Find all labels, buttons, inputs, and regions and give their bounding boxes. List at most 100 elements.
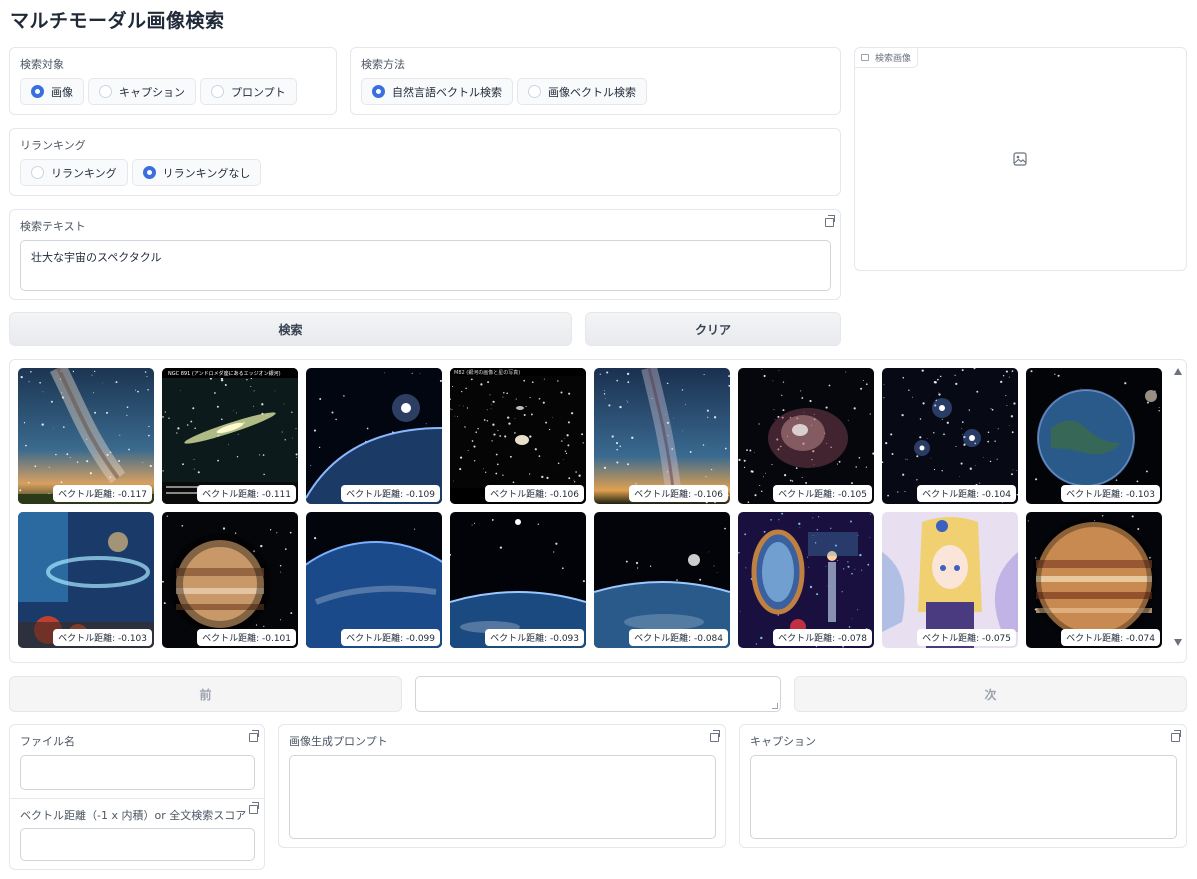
gallery-thumbnail[interactable]: ベクトル距離: -0.084 [594,512,730,648]
search-method-label: 検索方法 [361,58,405,71]
page-indicator-field[interactable] [415,676,781,712]
radio-dot [372,85,385,98]
caption-panel: キャプション [739,724,1187,848]
thumbnail-image [306,368,442,504]
thumbnail-image [450,512,586,648]
gallery-thumbnail[interactable]: ベクトル距離: -0.109 [306,368,442,504]
image-upload-panel[interactable]: 検索画像 [854,47,1187,271]
gallery-thumbnail[interactable]: ベクトル距離: -0.106 [594,368,730,504]
divider [10,798,264,799]
radio-dot [211,85,224,98]
filename-label: ファイル名 [20,735,75,748]
search-target-label: 検索対象 [20,58,64,71]
thumbnail-score-label: ベクトル距離: -0.111 [197,485,296,502]
prompt-panel: 画像生成プロンプト [278,724,726,848]
radio-target-caption[interactable]: キャプション [88,78,196,105]
thumbnail-image: M82 (銀河の画像と星の写真) [450,368,586,504]
radio-method-text-vector[interactable]: 自然言語ベクトル検索 [361,78,513,105]
copy-icon[interactable] [249,802,259,814]
radio-label: 画像 [51,85,73,99]
thumbnail-score-label: ベクトル距離: -0.117 [53,485,152,502]
gallery-thumbnail[interactable]: ベクトル距離: -0.105 [738,368,874,504]
thumbnail-image [882,368,1018,504]
radio-target-prompt[interactable]: プロンプト [200,78,297,105]
thumbnail-image [1026,512,1162,648]
thumbnail-score-label: ベクトル距離: -0.106 [485,485,584,502]
radio-dot [31,85,44,98]
gallery-thumbnail[interactable]: ベクトル距離: -0.074 [1026,512,1162,648]
gallery-thumbnail[interactable]: ベクトル距離: -0.099 [306,512,442,648]
thumbnail-score-label: ベクトル距離: -0.106 [629,485,728,502]
gallery-thumbnail[interactable]: ベクトル距離: -0.101 [162,512,298,648]
gallery-thumbnail[interactable]: ベクトル距離: -0.104 [882,368,1018,504]
thumbnail-image [1026,368,1162,504]
thumbnail-score-label: ベクトル距離: -0.104 [917,485,1016,502]
query-label: 検索テキスト [20,220,86,233]
prompt-field[interactable] [289,755,716,839]
gallery-thumbnail[interactable]: ベクトル距離: -0.103 [1026,368,1162,504]
filename-field[interactable] [20,755,255,790]
radio-rerank-on[interactable]: リランキング [20,159,128,186]
thumbnail-score-label: ベクトル距離: -0.103 [53,629,152,646]
gallery-thumbnail[interactable]: ベクトル距離: -0.117 [18,368,154,504]
gallery-thumbnail[interactable]: ベクトル距離: -0.078 [738,512,874,648]
distance-label: ベクトル距離（-1 x 内積）or 全文検索スコア [20,809,247,822]
prev-button[interactable]: 前 [9,676,402,712]
thumbnail-image [306,512,442,648]
scroll-up-icon[interactable] [1174,368,1182,375]
thumbnail-score-label: ベクトル距離: -0.084 [629,629,728,646]
gallery-thumbnail[interactable]: ベクトル距離: -0.093 [450,512,586,648]
gallery-thumbnail[interactable]: ベクトル距離: -0.075 [882,512,1018,648]
page-title: マルチモーダル画像検索 [10,10,225,32]
gallery-thumbnail[interactable]: ベクトル距離: -0.103 [18,512,154,648]
distance-field[interactable] [20,828,255,861]
search-method-panel: 検索方法 自然言語ベクトル検索 画像ベクトル検索 [350,47,841,115]
thumbnail-score-label: ベクトル距離: -0.099 [341,629,440,646]
clear-button[interactable]: クリア [585,312,841,346]
thumbnail-image [738,512,874,648]
image-icon [861,54,869,61]
thumbnail-score-label: ベクトル距離: -0.105 [773,485,872,502]
thumbnail-score-label: ベクトル距離: -0.078 [773,629,872,646]
radio-label: リランキング [51,166,117,180]
thumbnail-image [738,368,874,504]
radio-dot [528,85,541,98]
thumbnail-score-label: ベクトル距離: -0.093 [485,629,584,646]
thumbnail-score-label: ベクトル距離: -0.109 [341,485,440,502]
next-button[interactable]: 次 [794,676,1187,712]
image-placeholder-icon [1013,152,1027,166]
scroll-down-icon[interactable] [1174,639,1182,646]
search-target-panel: 検索対象 画像 キャプション プロンプト [9,47,337,115]
radio-rerank-off[interactable]: リランキングなし [131,159,262,186]
thumbnail-score-label: ベクトル距離: -0.075 [917,629,1016,646]
radio-target-image[interactable]: 画像 [20,78,84,105]
resize-handle[interactable] [772,703,778,709]
thumbnail-image: NGC 891 (アンドロメダ座にあるエッジオン銀河) [162,368,298,504]
copy-icon[interactable] [1171,730,1181,742]
gallery-scrollbar[interactable] [1170,360,1186,662]
copy-icon[interactable] [825,215,835,227]
image-upload-label-chip: 検索画像 [855,48,919,68]
gallery-thumbnail[interactable]: NGC 891 (アンドロメダ座にあるエッジオン銀河) ベクトル距離: -0.11… [162,368,298,504]
thumbnail-score-label: ベクトル距離: -0.074 [1061,629,1160,646]
image-header-text: NGC 891 (アンドロメダ座にあるエッジオン銀河) [168,370,281,377]
radio-dot [99,85,112,98]
thumbnail-image [18,368,154,504]
radio-method-image-vector[interactable]: 画像ベクトル検索 [517,78,647,105]
copy-icon[interactable] [249,730,259,742]
thumbnail-image [882,512,1018,648]
thumbnail-image [594,512,730,648]
caption-field[interactable] [750,755,1177,839]
gallery-thumbnail[interactable]: M82 (銀河の画像と星の写真) ベクトル距離: -0.106 [450,368,586,504]
caption-label: キャプション [750,735,816,748]
radio-label: 画像ベクトル検索 [548,85,636,99]
image-upload-label: 検索画像 [875,54,912,64]
radio-dot [31,166,44,179]
copy-icon[interactable] [710,730,720,742]
prompt-label: 画像生成プロンプト [289,735,388,748]
image-header-text: M82 (銀河の画像と星の写真) [454,369,520,376]
thumbnail-image [162,512,298,648]
search-button[interactable]: 検索 [9,312,572,346]
radio-label: プロンプト [231,85,286,99]
query-textarea[interactable]: 壮大な宇宙のスペクタクル [20,240,831,291]
